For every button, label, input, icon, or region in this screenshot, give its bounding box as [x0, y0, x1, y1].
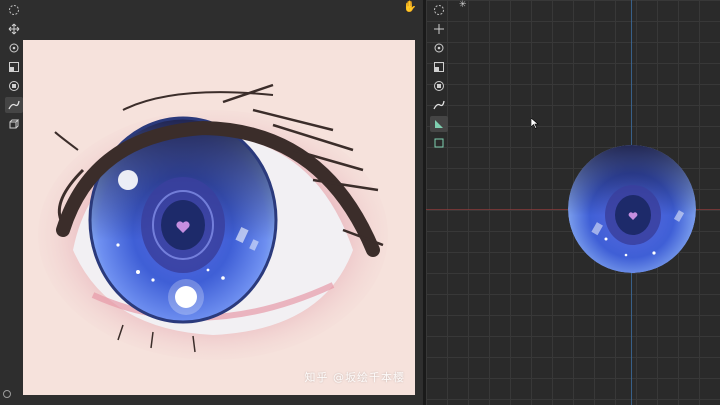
move-icon[interactable] [430, 21, 448, 37]
artwork-canvas[interactable]: 知乎 @坂绘千本樱 [23, 40, 415, 395]
eye-illustration [38, 83, 388, 360]
sparkle-icon: ✳ [459, 0, 467, 10]
watermark-text: 知乎 @坂绘千本樱 [304, 371, 405, 384]
right-viewport[interactable]: ✳ [426, 0, 720, 405]
rotate-icon[interactable] [430, 40, 448, 56]
ruler-icon[interactable] [430, 116, 448, 132]
hand-icon[interactable]: ✋ [403, 0, 417, 13]
transform-icon[interactable] [430, 78, 448, 94]
scale-icon[interactable] [5, 59, 23, 75]
rotate-icon[interactable] [5, 40, 23, 56]
box-icon[interactable] [5, 116, 23, 132]
target-icon[interactable] [5, 2, 23, 18]
target-icon[interactable] [430, 2, 448, 18]
left-viewport[interactable]: ✋ 知乎 @坂绘千本樱 [0, 0, 423, 405]
box-icon[interactable] [430, 135, 448, 151]
brush-icon[interactable] [430, 97, 448, 113]
transform-icon[interactable] [5, 78, 23, 94]
mouse-cursor-icon [531, 118, 539, 129]
refresh-icon[interactable] [2, 384, 12, 403]
right-toolbar [430, 2, 452, 151]
brush-icon[interactable] [5, 97, 23, 113]
sphere-preview [568, 145, 696, 273]
scale-icon[interactable] [430, 59, 448, 75]
move-icon[interactable] [5, 21, 23, 37]
